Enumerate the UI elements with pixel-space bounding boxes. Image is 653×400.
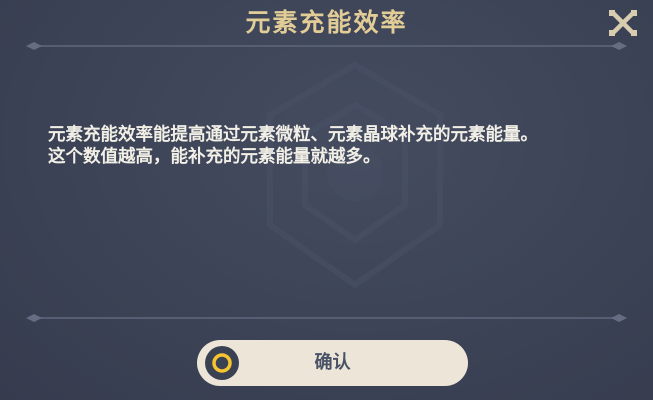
close-icon[interactable]	[607, 8, 639, 38]
bottom-divider	[26, 314, 627, 322]
dialog-title: 元素充能效率	[245, 8, 408, 37]
description-line-1: 元素充能效率能提高通过元素微粒、元素晶球补充的元素能量。	[48, 125, 538, 145]
description-line-2: 这个数值越高，能补充的元素能量就越多。	[48, 147, 381, 167]
confirm-button[interactable]: 确认	[197, 340, 468, 386]
description-text: 元素充能效率能提高通过元素微粒、元素晶球补充的元素能量。 这个数值越高，能补充的…	[48, 124, 623, 168]
element-recharge-dialog: 元素充能效率 元素充能效率能提高通过元素微粒、元素晶球补充的元素能量。 这个数值…	[0, 0, 653, 400]
background-emblem-icon	[267, 61, 443, 289]
top-divider	[26, 42, 627, 50]
confirm-button-label: 确认	[314, 352, 351, 373]
